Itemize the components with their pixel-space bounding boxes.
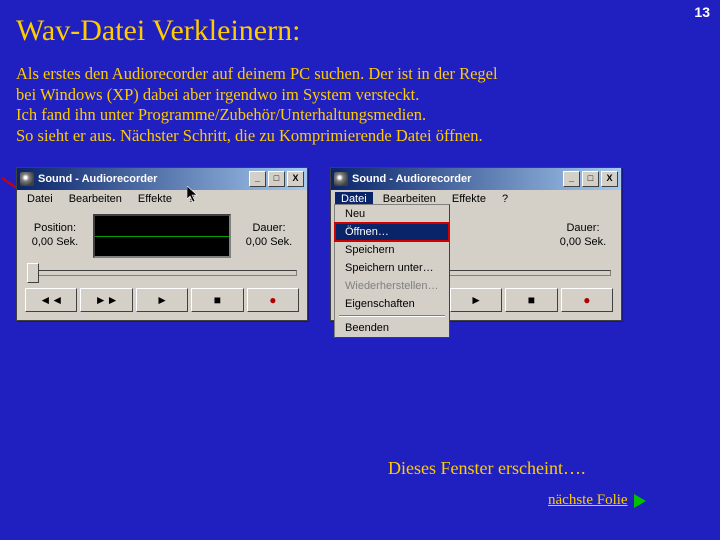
duration-label: Dauer: xyxy=(553,222,613,235)
close-button[interactable]: X xyxy=(601,171,618,187)
menu-bearbeiten[interactable]: Bearbeiten xyxy=(63,192,128,206)
waveform-display xyxy=(93,214,231,258)
record-button[interactable]: ● xyxy=(561,288,613,312)
caption-text: Dieses Fenster erscheint…. xyxy=(388,458,585,479)
menu-item-speichern[interactable]: Speichern xyxy=(335,241,449,259)
body-line: So sieht er aus. Nächster Schritt, die z… xyxy=(16,126,483,145)
seek-slider[interactable] xyxy=(17,262,307,284)
record-button[interactable]: ● xyxy=(247,288,299,312)
minimize-button[interactable]: _ xyxy=(249,171,266,187)
minimize-button[interactable]: _ xyxy=(563,171,580,187)
menu-item-eigenschaften[interactable]: Eigenschaften xyxy=(335,295,449,313)
duration-value: 0,00 Sek. xyxy=(553,236,613,249)
arrow-right-icon xyxy=(634,494,646,508)
menu-help[interactable]: ? xyxy=(496,192,514,206)
audiorecorder-window-2: Sound - Audiorecorder _ □ X Datei Bearbe… xyxy=(330,167,622,321)
window-title: Sound - Audiorecorder xyxy=(38,173,157,185)
close-button[interactable]: X xyxy=(287,171,304,187)
app-icon xyxy=(334,172,348,186)
menubar: Datei Bearbeiten Effekte ? xyxy=(17,190,307,208)
audiorecorder-window-1: Sound - Audiorecorder _ □ X Datei Bearbe… xyxy=(16,167,308,321)
app-icon xyxy=(20,172,34,186)
rewind-button[interactable]: ◄◄ xyxy=(25,288,77,312)
menu-item-neu[interactable]: Neu xyxy=(335,205,449,223)
next-slide-link[interactable]: nächste Folie xyxy=(548,492,646,509)
position-value: 0,00 Sek. xyxy=(25,236,85,249)
stop-button[interactable]: ■ xyxy=(191,288,243,312)
body-line: Als erstes den Audiorecorder auf deinem … xyxy=(16,64,498,83)
titlebar: Sound - Audiorecorder _ □ X xyxy=(17,168,307,190)
body-line: Ich fand ihn unter Programme/Zubehör/Unt… xyxy=(16,105,426,124)
menu-help[interactable]: ? xyxy=(182,192,200,206)
menu-item-wiederherstellen: Wiederherstellen… xyxy=(335,277,449,295)
datei-menu-dropdown: Neu Öffnen… Speichern Speichern unter… W… xyxy=(334,204,450,338)
body-text: Als erstes den Audiorecorder auf deinem … xyxy=(0,54,720,147)
duration-label: Dauer: xyxy=(239,222,299,235)
window-title: Sound - Audiorecorder xyxy=(352,173,471,185)
page-title: Wav-Datei Verkleinern: xyxy=(0,0,720,54)
menu-effekte[interactable]: Effekte xyxy=(132,192,178,206)
position-label: Position: xyxy=(25,222,85,235)
maximize-button[interactable]: □ xyxy=(582,171,599,187)
menu-item-oeffnen[interactable]: Öffnen… xyxy=(335,223,449,241)
forward-button[interactable]: ►► xyxy=(80,288,132,312)
menu-item-speichern-unter[interactable]: Speichern unter… xyxy=(335,259,449,277)
page-number: 13 xyxy=(694,4,710,20)
menu-separator xyxy=(339,315,445,317)
titlebar: Sound - Audiorecorder _ □ X xyxy=(331,168,621,190)
stop-button[interactable]: ■ xyxy=(505,288,557,312)
next-slide-label: nächste Folie xyxy=(548,492,628,509)
menu-datei[interactable]: Datei xyxy=(21,192,59,206)
menu-item-beenden[interactable]: Beenden xyxy=(335,319,449,337)
duration-value: 0,00 Sek. xyxy=(239,236,299,249)
body-line: bei Windows (XP) dabei aber irgendwo im … xyxy=(16,85,419,104)
maximize-button[interactable]: □ xyxy=(268,171,285,187)
play-button[interactable]: ► xyxy=(450,288,502,312)
menu-effekte[interactable]: Effekte xyxy=(446,192,492,206)
play-button[interactable]: ► xyxy=(136,288,188,312)
